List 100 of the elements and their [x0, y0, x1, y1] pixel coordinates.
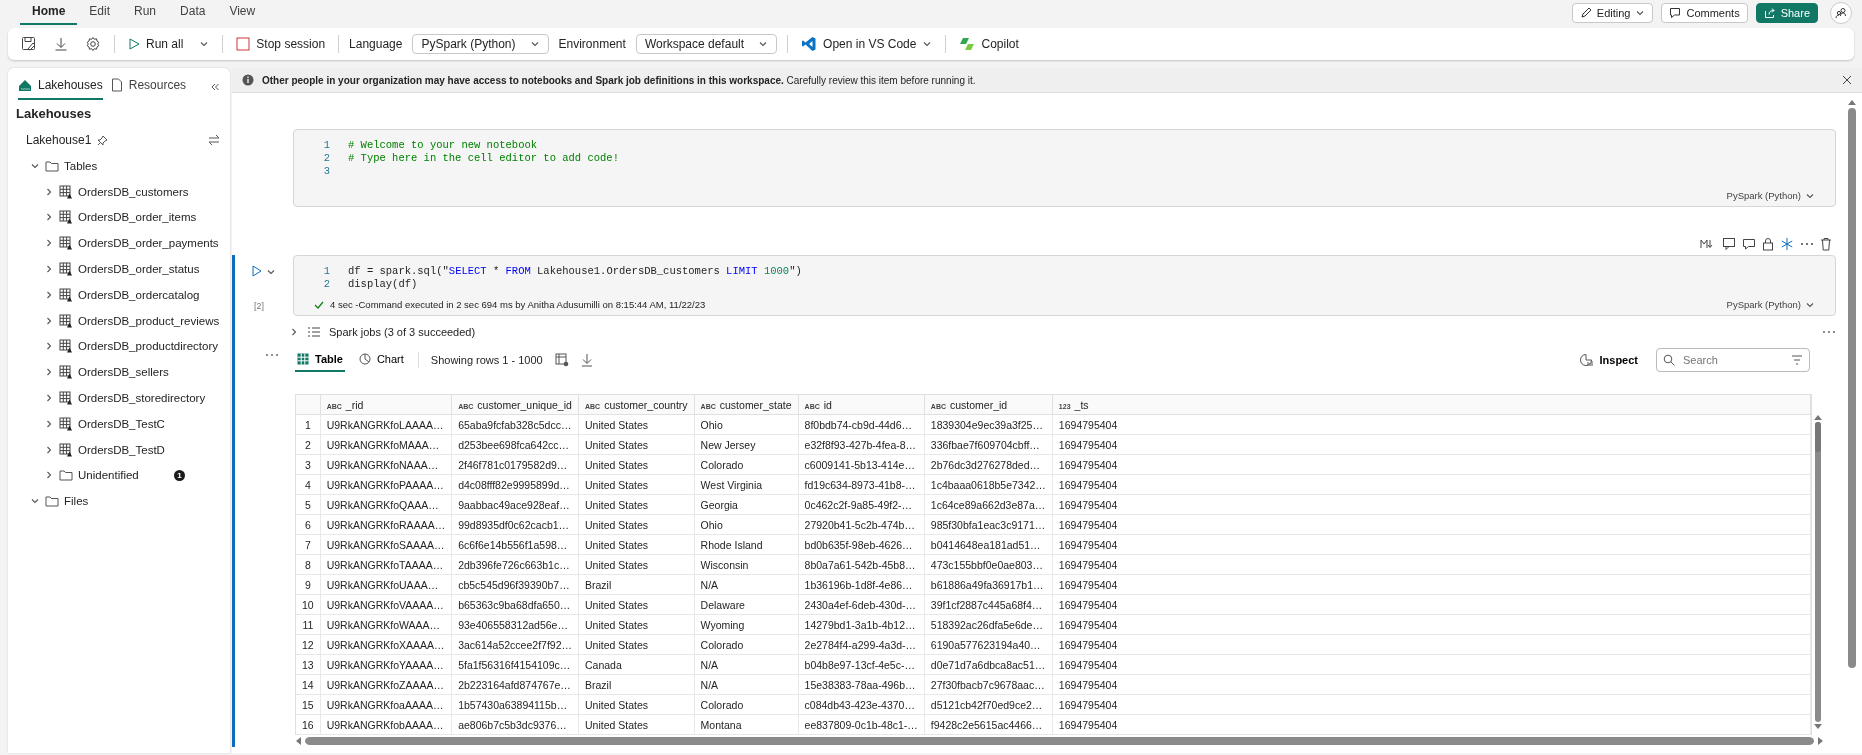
table-cell: 473c155bbf0e0ae803… — [924, 554, 1053, 575]
tree-item[interactable]: OrdersDB_product_reviews — [78, 314, 220, 327]
table-cell: Brazil — [578, 674, 695, 695]
table-cell: c6009141-5b13-414e… — [798, 454, 925, 475]
tree-item[interactable]: OrdersDB_storedirectory — [78, 392, 206, 405]
people-icon[interactable] — [1830, 2, 1852, 24]
delete-icon[interactable] — [1820, 237, 1832, 251]
horizontal-scrollbar[interactable] — [305, 737, 1814, 745]
warning-message: Other people in your organization may have access to notebooks and Spark job definitions in this workspace. Carefully review this item before running it. — [262, 74, 976, 86]
chevron-right-icon[interactable] — [44, 444, 54, 455]
cell-language-button[interactable]: PySpark (Python) — [1720, 189, 1825, 202]
scroll-down-arrow-icon[interactable] — [1814, 724, 1822, 730]
tree-item[interactable]: OrdersDB_TestC — [78, 417, 165, 430]
code-line: # Type here in the cell editor to add code! — [348, 151, 619, 164]
code-cell[interactable]: 1 # Welcome to your new notebook 2 # Type here in the cell editor to add code! 3 PySpark (Python) — [293, 129, 1836, 207]
table-cell: 1c4baaa0618b5e7342… — [924, 474, 1053, 495]
chevron-right-icon[interactable] — [44, 289, 54, 300]
scroll-up-arrow-icon[interactable] — [1848, 99, 1856, 105]
scrollbar-thumb[interactable] — [1815, 422, 1821, 722]
tree-item[interactable]: Files — [64, 495, 89, 508]
chevron-right-icon[interactable] — [44, 470, 54, 481]
close-icon — [1842, 74, 1852, 85]
download-icon — [53, 36, 69, 52]
tree-item[interactable]: Unidentified — [78, 469, 139, 482]
editing-button[interactable]: Editing — [1571, 3, 1654, 23]
list-icon — [307, 326, 321, 338]
inspect-button[interactable]: Inspect — [1573, 352, 1644, 368]
row-number: 14 — [296, 674, 321, 695]
table-cell: 1839304e9ec39a3f25… — [924, 414, 1053, 435]
table-cell: 15e38383-78aa-496b… — [798, 674, 925, 695]
copilot-button[interactable]: Copilot — [956, 34, 1022, 54]
sidebar-tab[interactable]: Resources — [110, 74, 187, 100]
table-cell: U9RkANGRKfoVAAAA… — [320, 594, 452, 615]
menu-tab[interactable]: Data — [168, 1, 218, 25]
chat-icon[interactable] — [1742, 237, 1756, 251]
more-icon[interactable] — [1822, 329, 1836, 335]
spark-jobs-label[interactable]: Spark jobs (3 of 3 succeeded) — [329, 326, 476, 338]
chevron-right-icon[interactable] — [44, 315, 54, 326]
menu-tab[interactable]: Home — [20, 1, 78, 25]
tree-item[interactable]: OrdersDB_productdirectory — [78, 340, 218, 353]
pie-chart-icon — [358, 352, 371, 365]
lock-icon[interactable] — [1762, 237, 1774, 251]
comments-button[interactable]: Comments — [1661, 3, 1748, 23]
snowflake-icon[interactable] — [1780, 237, 1794, 251]
comment-icon[interactable] — [1722, 237, 1736, 251]
table-cell: Ohio — [694, 414, 799, 435]
chevron-right-icon[interactable] — [289, 327, 299, 337]
swap-icon[interactable] — [208, 134, 220, 146]
menu-tab[interactable]: View — [217, 1, 268, 25]
tree-item[interactable]: OrdersDB_order_items — [78, 211, 197, 224]
table-icon — [59, 184, 73, 199]
chevron-right-icon[interactable] — [44, 264, 54, 275]
open-in-vs-code-button[interactable]: Open in VS Code — [798, 34, 936, 54]
chevron-right-icon[interactable] — [44, 238, 54, 249]
scrollbar-thumb[interactable] — [1848, 108, 1856, 668]
tree-item[interactable]: OrdersDB_customers — [78, 185, 189, 198]
chevron-right-icon[interactable] — [44, 393, 54, 404]
cell-language-button[interactable]: PySpark (Python) — [1720, 298, 1825, 311]
row-number: 12 — [296, 634, 321, 655]
search-input[interactable]: Search — [1681, 353, 1785, 367]
run-cell-button[interactable] — [252, 265, 262, 280]
table-cell: cb5c545d96f39390b7… — [451, 574, 579, 595]
lakehouse-name[interactable]: Lakehouse1 — [26, 133, 92, 147]
tree-item[interactable]: OrdersDB_sellers — [78, 366, 169, 379]
tree-item[interactable]: OrdersDB_TestD — [78, 443, 165, 456]
tree-item[interactable]: OrdersDB_order_payments — [78, 237, 219, 250]
table-cell: West Virginia — [694, 474, 799, 495]
table-cell: United States — [578, 474, 695, 495]
scroll-left-arrow-icon[interactable] — [295, 737, 301, 745]
table-settings-icon[interactable] — [554, 353, 569, 367]
scroll-right-arrow-icon[interactable] — [1818, 737, 1824, 745]
table-cell: 2e2784f4-a299-4a3d-… — [798, 634, 925, 655]
run-all-button[interactable]: Run all — [125, 35, 187, 53]
table-cell: Colorado — [694, 454, 799, 475]
menu-tab[interactable]: Edit — [77, 1, 123, 25]
language-dropdown[interactable]: PySpark (Python) — [412, 34, 549, 54]
table-cell: U9RkANGRKfoUAAA… — [320, 574, 452, 595]
chevron-right-icon[interactable] — [44, 367, 54, 378]
scroll-up-arrow-icon[interactable] — [1814, 414, 1822, 420]
sidebar-tab[interactable]: Lakehouses — [18, 74, 103, 100]
table-cell: 8b0a7a61-542b-45b8… — [798, 554, 925, 575]
table-cell: 3ac614a52ccee2f7f92… — [451, 634, 579, 655]
tree-item[interactable]: Tables — [64, 159, 98, 172]
stop-session-button[interactable]: Stop session — [233, 35, 329, 53]
chart-tab[interactable]: Chart — [356, 348, 406, 372]
chevron-right-icon[interactable] — [44, 341, 54, 352]
tree-item[interactable]: OrdersDB_order_status — [78, 263, 200, 276]
environment-dropdown[interactable]: Workspace default — [635, 34, 778, 54]
search-box[interactable]: Search — [1656, 348, 1810, 372]
chevron-right-icon[interactable] — [44, 418, 54, 429]
pin-icon[interactable] — [97, 134, 109, 146]
more-icon[interactable] — [265, 352, 279, 358]
table-cell: U9RkANGRKfoSAAAA… — [320, 534, 452, 555]
chevron-right-icon[interactable] — [44, 186, 54, 197]
tree-item[interactable]: OrdersDB_ordercatalog — [78, 288, 200, 301]
menu-tab[interactable]: Run — [122, 1, 169, 25]
table-cell: United States — [578, 514, 695, 535]
table-tab[interactable]: Table — [295, 348, 345, 372]
share-button[interactable]: Share — [1755, 3, 1818, 23]
chevron-right-icon[interactable] — [44, 212, 54, 223]
